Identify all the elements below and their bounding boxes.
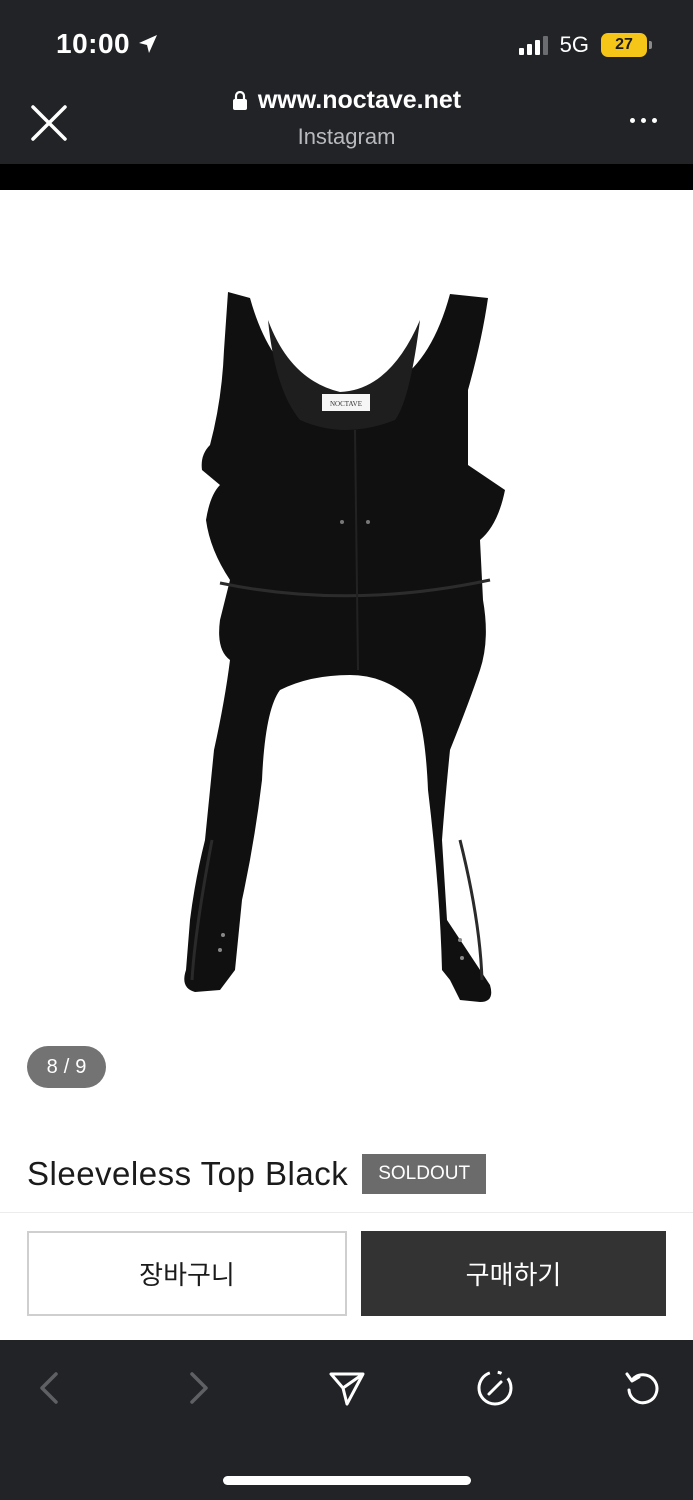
image-pager: 8 / 9 — [27, 1046, 106, 1088]
url-bar[interactable]: www.noctave.net — [232, 86, 461, 115]
product-title: Sleeveless Top Black — [27, 1155, 349, 1192]
home-indicator[interactable] — [223, 1476, 471, 1485]
open-in-browser-button[interactable] — [473, 1366, 517, 1410]
more-button[interactable] — [630, 118, 657, 123]
soldout-badge: SOLDOUT — [362, 1154, 487, 1194]
product-title-row: Sleeveless Top Black SOLDOUT — [27, 1154, 487, 1194]
share-button[interactable] — [325, 1366, 369, 1410]
lock-icon — [232, 90, 247, 110]
compass-icon — [477, 1370, 513, 1406]
battery-icon: 27 — [601, 33, 652, 57]
pager-current: 8 — [46, 1055, 58, 1078]
battery-level: 27 — [615, 36, 633, 53]
browser-header: 10:00 5G 27 www.noctave.net Instagram — [0, 0, 693, 164]
status-time: 10:00 — [56, 28, 160, 60]
back-button[interactable] — [28, 1366, 72, 1410]
address-area[interactable]: www.noctave.net Instagram — [0, 86, 693, 150]
add-to-cart-button[interactable]: 장바구니 — [27, 1231, 347, 1316]
back-icon — [40, 1372, 58, 1404]
brand-label: NOCTAVE — [330, 400, 362, 408]
product-image[interactable]: NOCTAVE — [150, 280, 543, 1020]
source-label: Instagram — [297, 123, 396, 149]
pager-separator: / — [63, 1055, 70, 1078]
forward-icon — [190, 1372, 208, 1404]
location-arrow-icon — [139, 35, 158, 53]
status-indicators: 5G 27 — [518, 32, 652, 58]
reload-button[interactable] — [620, 1366, 664, 1410]
forward-button[interactable] — [176, 1366, 220, 1410]
signal-icon — [518, 35, 548, 55]
browser-toolbar — [0, 1340, 693, 1500]
pager-total: 9 — [75, 1055, 87, 1078]
purchase-actions: 장바구니 구매하기 — [0, 1212, 693, 1340]
buy-now-button[interactable]: 구매하기 — [361, 1231, 666, 1316]
url-text: www.noctave.net — [257, 86, 462, 114]
status-time-text: 10:00 — [56, 28, 131, 59]
page-top-bar — [0, 164, 693, 190]
reload-icon — [625, 1372, 659, 1405]
network-type: 5G — [559, 32, 589, 57]
more-icon — [630, 118, 635, 123]
share-icon — [329, 1372, 365, 1406]
